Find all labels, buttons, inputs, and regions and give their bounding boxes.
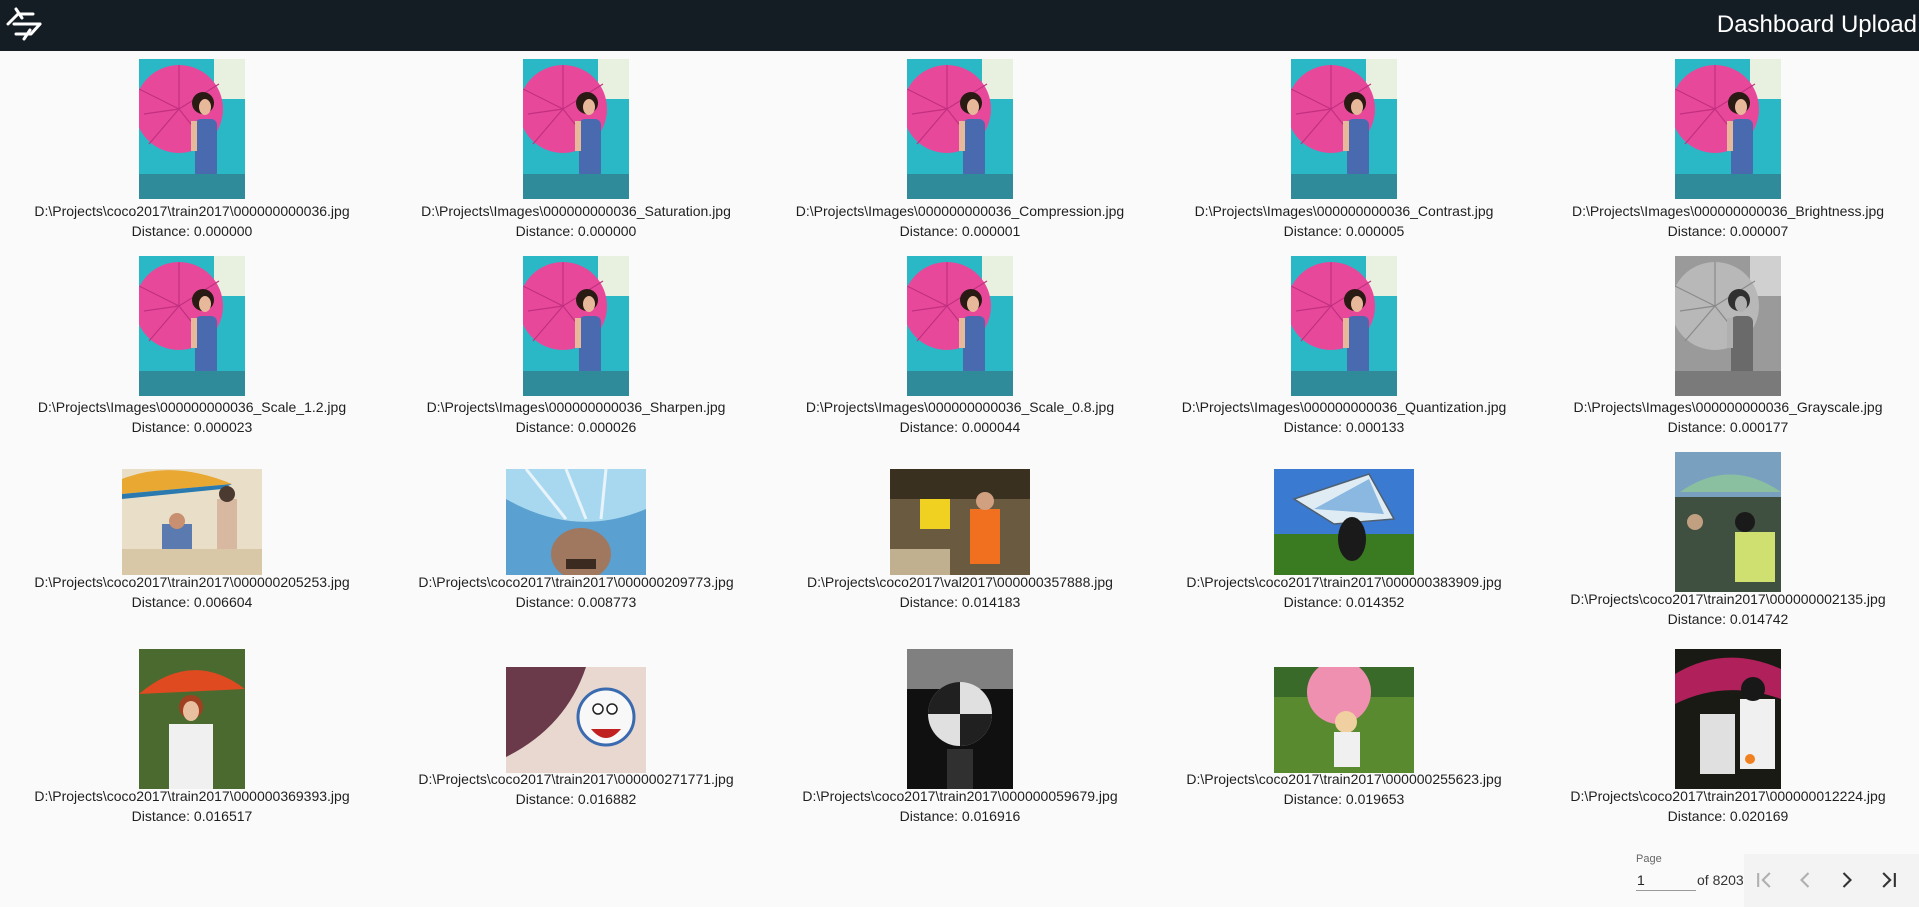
result-thumbnail[interactable] xyxy=(890,469,1030,575)
result-path: D:\Projects\Images\000000000036_Scale_0.… xyxy=(805,399,1115,415)
result-path: D:\Projects\Images\000000000036_Sharpen.… xyxy=(426,399,726,415)
result-distance: Distance: 0.000023 xyxy=(131,419,253,435)
result-thumbnail[interactable] xyxy=(139,256,245,396)
result-distance: Distance: 0.014352 xyxy=(1283,594,1405,610)
chevron-left-icon[interactable] xyxy=(1791,866,1819,894)
result-path: D:\Projects\coco2017\train2017\000000205… xyxy=(34,574,350,590)
result-distance: Distance: 0.016916 xyxy=(899,808,1021,824)
result-thumbnail[interactable] xyxy=(907,59,1013,199)
result-thumbnail[interactable] xyxy=(1291,59,1397,199)
result-path: D:\Projects\Images\000000000036_Quantiza… xyxy=(1181,399,1507,415)
result-distance: Distance: 0.000133 xyxy=(1283,419,1405,435)
result-distance: Distance: 0.000000 xyxy=(131,223,253,239)
result-thumbnail[interactable] xyxy=(523,59,629,199)
result-path: D:\Projects\Images\000000000036_Scale_1.… xyxy=(37,399,347,415)
result-thumbnail[interactable] xyxy=(1274,667,1414,773)
result-thumbnail[interactable] xyxy=(1291,256,1397,396)
result-path: D:\Projects\coco2017\train2017\000000369… xyxy=(34,788,350,804)
result-path: D:\Projects\Images\000000000036_Compress… xyxy=(795,203,1125,219)
result-path: D:\Projects\coco2017\train2017\000000059… xyxy=(802,788,1118,804)
result-distance: Distance: 0.014742 xyxy=(1667,611,1789,627)
result-path: D:\Projects\coco2017\train2017\000000002… xyxy=(1570,591,1886,607)
result-distance: Distance: 0.000007 xyxy=(1667,223,1789,239)
result-distance: Distance: 0.000044 xyxy=(899,419,1021,435)
result-path: D:\Projects\coco2017\train2017\000000383… xyxy=(1186,574,1502,590)
result-distance: Distance: 0.000001 xyxy=(899,223,1021,239)
result-thumbnail[interactable] xyxy=(1675,452,1781,592)
result-thumbnail[interactable] xyxy=(1675,649,1781,789)
result-thumbnail[interactable] xyxy=(523,256,629,396)
result-path: D:\Projects\Images\000000000036_Brightne… xyxy=(1571,203,1885,219)
result-path: D:\Projects\coco2017\train2017\000000000… xyxy=(34,203,350,219)
result-distance: Distance: 0.016882 xyxy=(515,791,637,807)
chevron-right-icon[interactable] xyxy=(1833,866,1861,894)
result-path: D:\Projects\Images\000000000036_Grayscal… xyxy=(1573,399,1883,415)
result-thumbnail[interactable] xyxy=(907,649,1013,789)
result-path: D:\Projects\coco2017\val2017\00000035788… xyxy=(807,574,1113,590)
last-page-icon[interactable] xyxy=(1875,866,1903,894)
result-distance: Distance: 0.008773 xyxy=(515,594,637,610)
result-thumbnail[interactable] xyxy=(139,649,245,789)
paginator: Page of 8203 xyxy=(1633,846,1919,907)
result-distance: Distance: 0.014183 xyxy=(899,594,1021,610)
page-count: of 8203 xyxy=(1697,872,1744,888)
result-distance: Distance: 0.000177 xyxy=(1667,419,1789,435)
result-thumbnail[interactable] xyxy=(139,59,245,199)
result-thumbnail[interactable] xyxy=(506,469,646,575)
result-thumbnail[interactable] xyxy=(1675,256,1781,396)
result-distance: Distance: 0.006604 xyxy=(131,594,253,610)
result-distance: Distance: 0.016517 xyxy=(131,808,253,824)
result-thumbnail[interactable] xyxy=(1675,59,1781,199)
top-app-bar: Dashboard Upload xyxy=(0,0,1919,51)
result-thumbnail[interactable] xyxy=(506,667,646,773)
page-label: Page xyxy=(1636,853,1662,865)
result-path: D:\Projects\Images\000000000036_Saturati… xyxy=(421,203,731,219)
first-page-icon[interactable] xyxy=(1750,866,1778,894)
result-distance: Distance: 0.000005 xyxy=(1283,223,1405,239)
result-path: D:\Projects\Images\000000000036_Contrast… xyxy=(1194,203,1494,219)
result-distance: Distance: 0.019653 xyxy=(1283,791,1405,807)
result-distance: Distance: 0.000026 xyxy=(515,419,637,435)
result-distance: Distance: 0.000000 xyxy=(515,223,637,239)
result-path: D:\Projects\coco2017\train2017\000000209… xyxy=(418,574,734,590)
result-distance: Distance: 0.020169 xyxy=(1667,808,1789,824)
result-path: D:\Projects\coco2017\train2017\000000271… xyxy=(418,771,734,787)
result-thumbnail[interactable] xyxy=(1274,469,1414,575)
page-number-input[interactable] xyxy=(1636,869,1696,891)
result-thumbnail[interactable] xyxy=(122,469,262,575)
pager-buttons xyxy=(1744,854,1919,907)
logo-icon[interactable] xyxy=(0,4,47,44)
page-title: Dashboard Upload xyxy=(1716,11,1917,38)
result-path: D:\Projects\coco2017\train2017\000000255… xyxy=(1186,771,1502,787)
result-thumbnail[interactable] xyxy=(907,256,1013,396)
result-path: D:\Projects\coco2017\train2017\000000012… xyxy=(1570,788,1886,804)
